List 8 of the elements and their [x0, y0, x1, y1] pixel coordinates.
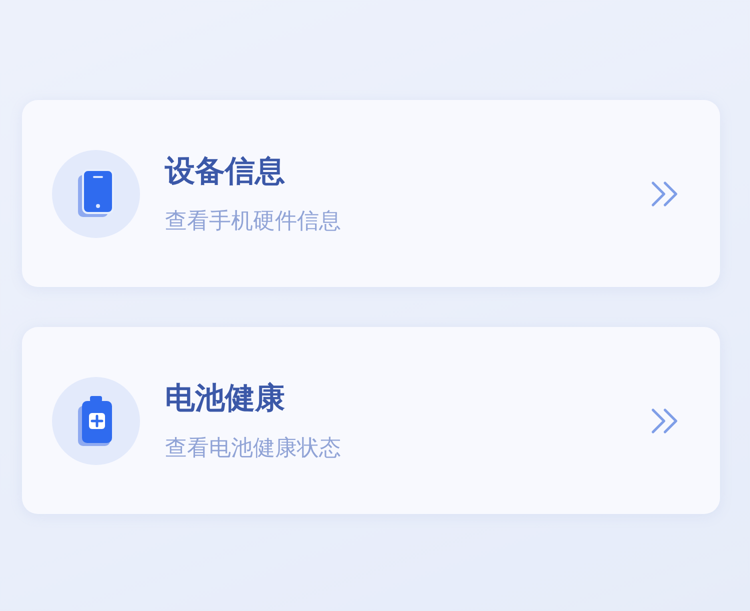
- menu-card[interactable]: 设备信息 查看手机硬件信息: [22, 100, 720, 287]
- card-subtitle: 查看手机硬件信息: [165, 208, 342, 236]
- chevron-icon: [650, 406, 680, 434]
- card-subtitle: 查看电池健康状态: [165, 435, 342, 463]
- menu-card[interactable]: 电池健康 查看电池健康状态: [22, 327, 720, 514]
- chevron-icon: [650, 180, 680, 208]
- card-title: 电池健康: [165, 380, 286, 418]
- card-title: 设备信息: [165, 153, 286, 191]
